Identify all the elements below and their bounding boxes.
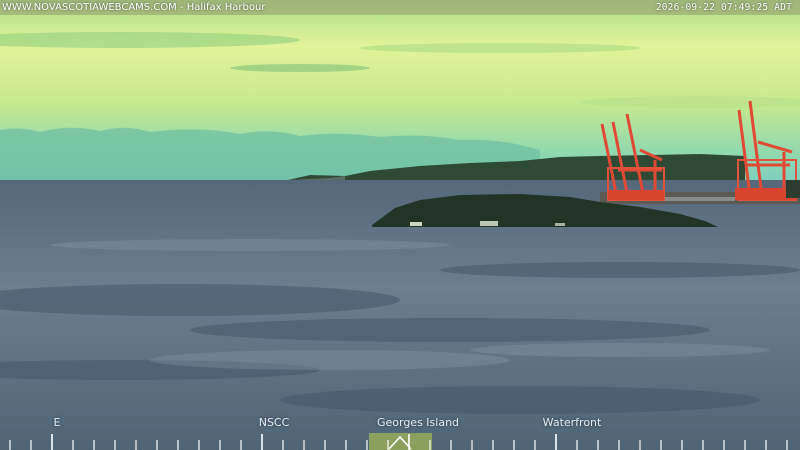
timestamp: 2026-09-22 07:49:25 ADT (655, 2, 792, 13)
harbour-scene (0, 0, 800, 450)
compass-label-nscc: NSCC (258, 416, 290, 429)
compass-label-waterfront: Waterfront (542, 416, 602, 429)
camera-info-bar: WWW.NOVASCOTIAWEBCAMS.COM - Halifax Harb… (0, 0, 800, 15)
view-direction-pointer-icon (388, 435, 412, 450)
site-title: WWW.NOVASCOTIAWEBCAMS.COM - Halifax Harb… (2, 2, 266, 13)
compass-label-e: E (53, 416, 61, 429)
webcam-view: WWW.NOVASCOTIAWEBCAMS.COM - Halifax Harb… (0, 0, 800, 450)
compass-label-georges-island: Georges Island (376, 416, 460, 429)
